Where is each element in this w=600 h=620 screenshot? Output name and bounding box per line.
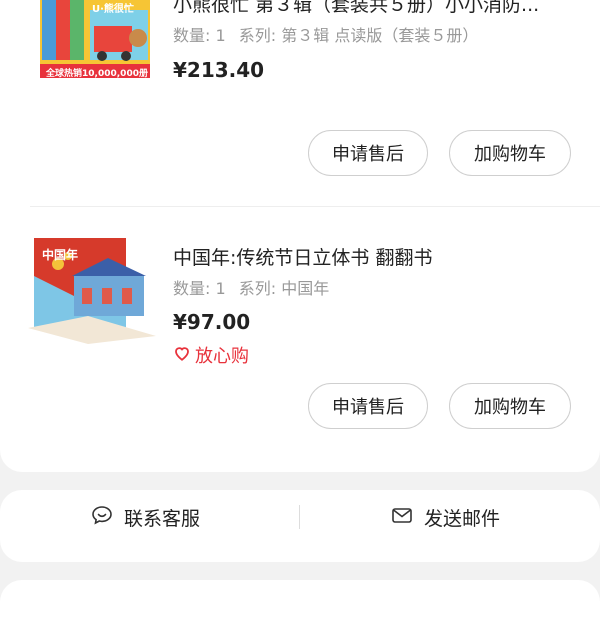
quantity-label: 数量: 1 — [173, 279, 226, 298]
product-price: ¥97.00 — [173, 310, 251, 334]
series-label: 系列: 中国年 — [238, 279, 330, 298]
product-price: ¥213.40 — [173, 58, 265, 82]
item-divider — [30, 206, 600, 207]
cover-text: U·熊很忙 — [92, 4, 134, 15]
send-mail-button[interactable]: 发送邮件 — [390, 490, 500, 544]
trust-badge: 放心购 — [173, 342, 249, 368]
contact-footer: 联系客服 发送邮件 — [0, 490, 600, 562]
after-sales-button[interactable]: 申请售后 — [308, 383, 428, 429]
heart-icon — [173, 344, 191, 367]
chat-bubble-icon — [90, 503, 114, 532]
product-meta: 数量: 1 系列: 第３辑 点读版（套装５册） — [173, 22, 478, 46]
cover-banner: 全球热销10,000,000册 — [46, 69, 148, 79]
product-image-xiaoxiong[interactable]: U·熊很忙 全球热销10,000,000册 — [34, 0, 156, 88]
add-cart-button[interactable]: 加购物车 — [449, 130, 571, 176]
mail-icon — [390, 503, 414, 532]
order-items-card: U·熊很忙 全球热销10,000,000册 小熊很忙 第３辑（套装共５册）小小消… — [0, 0, 600, 472]
quantity-label: 数量: 1 — [173, 26, 226, 45]
product-title[interactable]: 中国年:传统节日立体书 翻翻书 — [173, 243, 563, 270]
badge-label: 放心购 — [195, 346, 249, 367]
cover-text: 中国年 — [42, 248, 79, 262]
contact-service-button[interactable]: 联系客服 — [90, 490, 200, 544]
series-label: 系列: 第３辑 点读版（套装５册） — [238, 26, 479, 45]
add-cart-button[interactable]: 加购物车 — [449, 383, 571, 429]
footer-divider — [299, 505, 300, 529]
product-title[interactable]: 小熊很忙 第３辑（套装共５册）小小消防... — [173, 0, 563, 17]
product-image-zhongguonian[interactable]: 中国年 — [28, 236, 158, 346]
after-sales-button[interactable]: 申请售后 — [308, 130, 428, 176]
product-meta: 数量: 1 系列: 中国年 — [173, 275, 329, 299]
contact-service-label: 联系客服 — [124, 507, 201, 530]
send-mail-label: 发送邮件 — [424, 507, 501, 530]
next-section-card — [0, 580, 600, 620]
